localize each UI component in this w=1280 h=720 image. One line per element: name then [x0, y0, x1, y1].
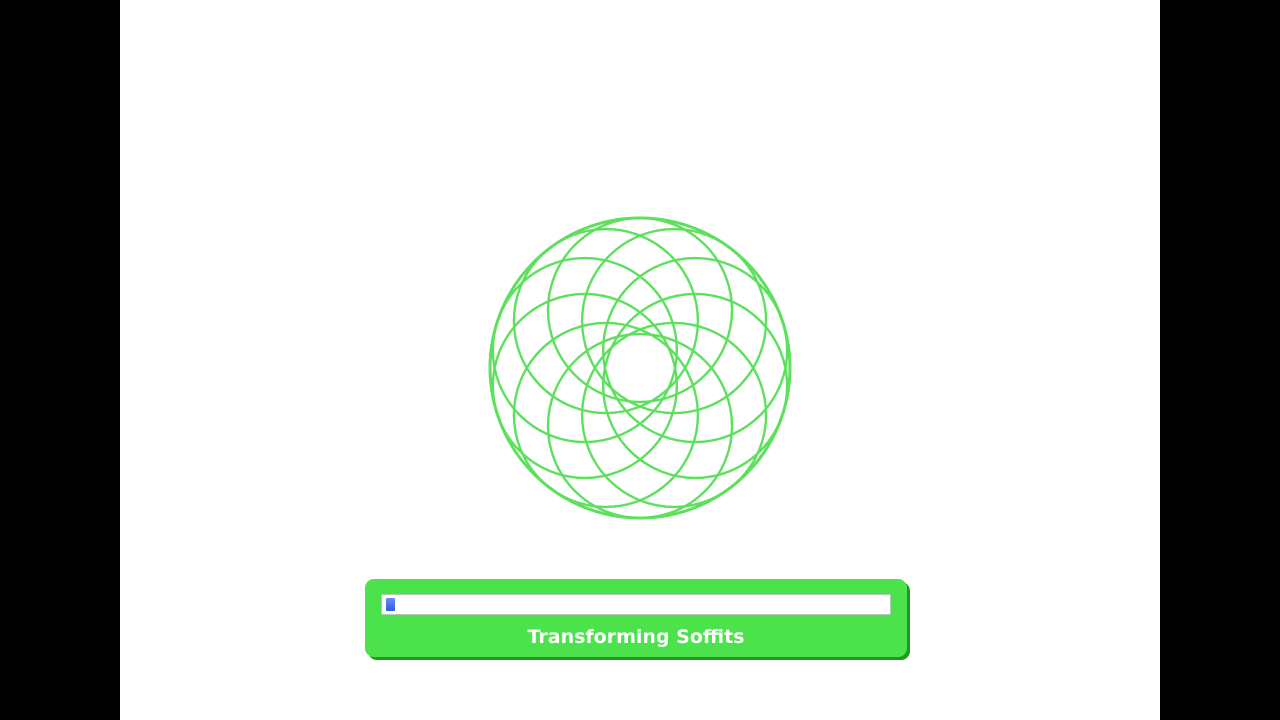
letterbox-right [1160, 0, 1280, 720]
spirograph-ring [491, 292, 679, 480]
letterbox-left [0, 0, 120, 720]
spirograph-ring [580, 321, 768, 509]
spirograph-ring [512, 227, 700, 415]
progress-bar [381, 594, 891, 615]
loading-panel: Transforming Soffits [365, 579, 907, 657]
loading-screen: Transforming Soffits [120, 0, 1160, 720]
spirograph-ring [546, 332, 734, 520]
spirograph-rings [491, 216, 789, 520]
spirograph-ring [601, 256, 789, 444]
spirograph-loading-icon [488, 216, 792, 520]
loading-status-text: Transforming Soffits [527, 626, 745, 648]
progress-bar-fill [386, 598, 395, 611]
spirograph-ring [546, 216, 734, 404]
